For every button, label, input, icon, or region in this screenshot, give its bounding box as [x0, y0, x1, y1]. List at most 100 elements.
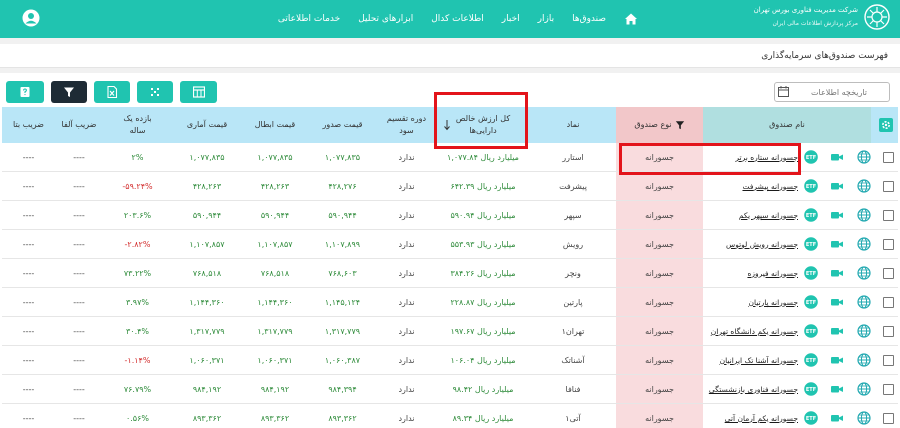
cell-symbol: سپهر — [564, 210, 582, 220]
etf-icon[interactable]: ETF — [804, 179, 818, 193]
nav-info-services[interactable]: خدمات اطلاعاتی — [278, 14, 340, 24]
globe-icon[interactable] — [857, 382, 871, 396]
etf-icon[interactable]: ETF — [804, 150, 818, 164]
row-checkbox[interactable] — [883, 268, 894, 279]
filter-icon[interactable] — [675, 120, 685, 130]
fund-name-link[interactable]: جسورانه سپهر یکم — [739, 211, 798, 220]
nav-analysis-tools[interactable]: ابزارهای تحلیل — [358, 14, 413, 24]
table-row[interactable]: ETF جسورانه رویش لوتوس جسورانه رویش ۵۵۳.۹۳ م… — [2, 230, 898, 259]
globe-icon[interactable] — [857, 266, 871, 280]
nav-news[interactable]: اخبار — [502, 14, 520, 24]
sort-arrow-icon[interactable] — [443, 107, 451, 143]
etf-icon[interactable]: ETF — [804, 237, 818, 251]
cell-symbol: رویش — [562, 239, 584, 249]
cell-stat: ۷۶۸,۵۱۸ — [192, 268, 222, 278]
col-header-return[interactable]: بازده یک ساله — [103, 107, 172, 143]
table-row[interactable]: ETF جسورانه ستاره برتر جسورانه استارر ۱,۰۷۷.… — [2, 143, 898, 172]
col-header-name[interactable]: نام صندوق — [703, 107, 871, 143]
video-icon[interactable] — [830, 324, 844, 338]
cell-cancel: ۵۹۰,۹۴۴ — [260, 210, 290, 220]
video-icon[interactable] — [830, 382, 844, 396]
home-icon[interactable] — [624, 12, 638, 26]
fund-name-link[interactable]: جسورانه پیشرفت — [742, 182, 798, 191]
table-settings-button[interactable] — [879, 118, 893, 132]
table-row[interactable]: ETF جسورانه سپهر یکم جسورانه سپهر ۵۹۰.۹۴ میل… — [2, 201, 898, 230]
fund-name-link[interactable]: جسورانه فناوری بازنشستگی — [709, 385, 798, 394]
col-header-issue[interactable]: قیمت صدور — [308, 107, 377, 143]
globe-icon[interactable] — [857, 411, 871, 425]
video-icon[interactable] — [830, 353, 844, 367]
fund-name-link[interactable]: جسورانه آشنا تک ایرانیان — [720, 356, 798, 365]
globe-icon[interactable] — [857, 353, 871, 367]
table-row[interactable]: ETF جسورانه فناوری بازنشستگی جسورانه فنافا ۹… — [2, 375, 898, 404]
main-nav: صندوق‌ها بازار اخبار اطلاعات کدال ابزاره… — [278, 0, 638, 38]
cell-stat: ۴۲۸,۲۶۳ — [192, 181, 222, 191]
row-checkbox[interactable] — [883, 413, 894, 424]
etf-icon[interactable]: ETF — [804, 208, 818, 222]
col-header-stat[interactable]: قیمت آماری — [172, 107, 242, 143]
etf-icon[interactable]: ETF — [804, 411, 818, 425]
row-checkbox[interactable] — [883, 384, 894, 395]
cell-alpha: ---- — [73, 152, 85, 162]
cell-nav: ۶۴۲.۳۹ میلیارد ریال — [450, 181, 516, 191]
fund-name-link[interactable]: جسورانه یکم دانشگاه تهران — [711, 327, 798, 336]
row-checkbox[interactable] — [883, 210, 894, 221]
globe-icon[interactable] — [857, 208, 871, 222]
table-row[interactable]: ETF جسورانه آشنا تک ایرانیان جسورانه آشناتک… — [2, 346, 898, 375]
table-row[interactable]: ETF جسورانه یکم آرمان آتی جسورانه آتی۱ ۸۹.۳۴… — [2, 404, 898, 428]
globe-icon[interactable] — [857, 179, 871, 193]
row-checkbox[interactable] — [883, 326, 894, 337]
video-icon[interactable] — [830, 295, 844, 309]
nav-codal[interactable]: اطلاعات کدال — [431, 14, 484, 24]
table-row[interactable]: ETF جسورانه فیروزه جسورانه ونچر ۳۸۴.۲۶ میلیا… — [2, 259, 898, 288]
video-icon[interactable] — [830, 411, 844, 425]
col-header-beta[interactable]: ضریب بتا — [2, 107, 55, 143]
col-header-alpha[interactable]: ضریب آلفا — [55, 107, 103, 143]
column-chooser-button[interactable] — [180, 81, 217, 103]
etf-icon[interactable]: ETF — [804, 295, 818, 309]
row-checkbox[interactable] — [883, 239, 894, 250]
fund-name-link[interactable]: جسورانه پارتیان — [748, 298, 798, 307]
cell-return1y: ۲۰۳.۶% — [123, 210, 152, 220]
table-row[interactable]: ETF جسورانه پیشرفت جسورانه پیشرفت ۶۴۲.۳۹ میل… — [2, 172, 898, 201]
svg-text:ETF: ETF — [806, 155, 816, 161]
etf-icon[interactable]: ETF — [804, 382, 818, 396]
video-icon[interactable] — [830, 266, 844, 280]
col-header-type[interactable]: نوع صندوق — [616, 107, 703, 143]
globe-icon[interactable] — [857, 237, 871, 251]
row-checkbox[interactable] — [883, 355, 894, 366]
history-date-input[interactable] — [774, 82, 890, 102]
row-checkbox[interactable] — [883, 152, 894, 163]
etf-icon[interactable]: ETF — [804, 353, 818, 367]
etf-icon[interactable]: ETF — [804, 324, 818, 338]
globe-icon[interactable] — [857, 324, 871, 338]
video-icon[interactable] — [830, 237, 844, 251]
row-checkbox[interactable] — [883, 297, 894, 308]
fund-name-link[interactable]: جسورانه یکم آرمان آتی — [725, 414, 798, 423]
filter-button[interactable] — [51, 81, 87, 103]
video-icon[interactable] — [830, 150, 844, 164]
nav-funds[interactable]: صندوق‌ها — [572, 14, 606, 24]
globe-icon[interactable] — [857, 150, 871, 164]
help-button[interactable] — [6, 81, 44, 103]
col-header-dividend[interactable]: دوره تقسیم سود — [377, 107, 436, 143]
col-header-cancel[interactable]: قیمت ابطال — [242, 107, 308, 143]
user-icon[interactable] — [22, 9, 40, 27]
brand[interactable]: شرکت مدیریت فناوری بورس تهران مرکز پرداز… — [754, 4, 890, 30]
col-header-symbol[interactable]: نماد — [530, 107, 616, 143]
fund-name-link[interactable]: جسورانه ستاره برتر — [735, 153, 798, 162]
etf-icon[interactable]: ETF — [804, 266, 818, 280]
fund-name-link[interactable]: جسورانه فیروزه — [747, 269, 798, 278]
export-excel-button[interactable] — [94, 81, 130, 103]
row-checkbox[interactable] — [883, 181, 894, 192]
layout-toggle-button[interactable] — [137, 81, 173, 103]
nav-market[interactable]: بازار — [538, 14, 554, 24]
fund-name-link[interactable]: جسورانه رویش لوتوس — [726, 240, 798, 249]
globe-icon[interactable] — [857, 295, 871, 309]
table-row[interactable]: ETF جسورانه یکم دانشگاه تهران جسورانه تهران… — [2, 317, 898, 346]
table-row[interactable]: ETF جسورانه پارتیان جسورانه پارتین ۲۲۸.۸۷ می… — [2, 288, 898, 317]
cell-symbol: استارر — [562, 152, 584, 162]
video-icon[interactable] — [830, 208, 844, 222]
video-icon[interactable] — [830, 179, 844, 193]
calendar-icon[interactable] — [778, 86, 789, 97]
